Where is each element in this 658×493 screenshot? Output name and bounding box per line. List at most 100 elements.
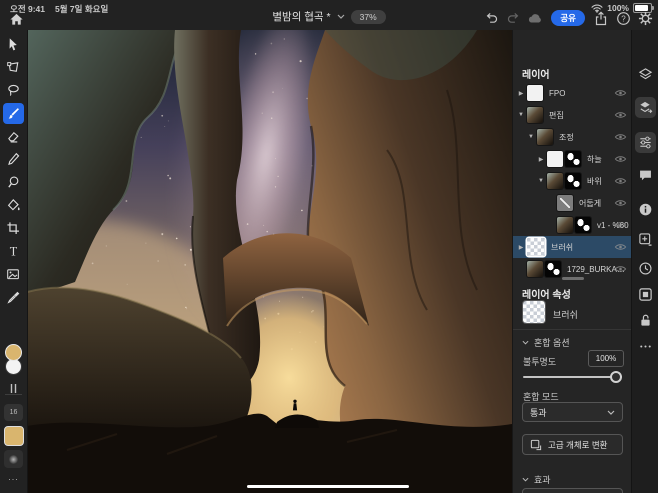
tool-type[interactable]: T — [3, 241, 24, 262]
layer-visibility-eye-icon[interactable] — [614, 264, 627, 274]
disclosure-expanded-icon[interactable]: ▼ — [537, 178, 545, 184]
brush-hardness-chip[interactable] — [4, 450, 23, 468]
layer-visibility-eye-icon[interactable] — [614, 198, 627, 208]
brush-icon — [6, 106, 21, 121]
canvas-image[interactable] — [27, 30, 512, 493]
layer-thumbnail-white[interactable] — [527, 85, 543, 101]
tool-transform[interactable] — [3, 57, 24, 78]
blend-options-header[interactable]: 혼합 옵션 — [522, 336, 570, 349]
disclosure-expanded-icon[interactable]: ▼ — [517, 112, 525, 118]
tool-move[interactable] — [3, 34, 24, 55]
layer-name: 조정 — [559, 132, 574, 143]
type-icon: T — [6, 244, 21, 259]
tool-brush[interactable] — [3, 103, 24, 124]
layer-row[interactable]: ▼편집 — [513, 104, 632, 126]
layer-properties-rail-button[interactable] — [635, 97, 656, 118]
layer-visibility-eye-icon[interactable] — [614, 88, 627, 98]
layer-thumbnail-photo[interactable] — [527, 261, 543, 277]
export-icon[interactable] — [592, 9, 610, 27]
foreground-color-chip[interactable] — [5, 344, 22, 361]
layer-thumbnail-photo[interactable] — [547, 173, 563, 189]
panel-drag-handle[interactable] — [562, 277, 584, 280]
layer-row[interactable]: v1 - %60 — [513, 214, 632, 236]
layer-thumbnail-curves[interactable] — [557, 195, 573, 211]
brush-color-swatch[interactable] — [4, 426, 24, 446]
mask-rail-button[interactable] — [635, 284, 656, 305]
disclosure-collapsed-icon[interactable]: ▶ — [517, 244, 525, 251]
history-icon — [638, 261, 653, 276]
convert-smart-object-button[interactable]: 고급 개체로 변환 — [522, 434, 623, 455]
disclosure-collapsed-icon[interactable]: ▶ — [517, 90, 525, 97]
tool-place-image[interactable] — [3, 264, 24, 285]
layer-thumbnail-photo[interactable] — [527, 107, 543, 123]
disclosure-expanded-icon[interactable]: ▼ — [527, 134, 535, 140]
tool-crop[interactable] — [3, 218, 24, 239]
opacity-slider[interactable] — [523, 370, 622, 384]
layers-rail-button[interactable] — [635, 64, 656, 85]
layer-thumbnail-photo[interactable] — [537, 129, 553, 145]
layer-visibility-eye-icon[interactable] — [614, 154, 627, 164]
layer-row[interactable]: ▶FPO — [513, 82, 632, 104]
opacity-value-box[interactable]: 100% — [588, 350, 624, 367]
add-placed-rail-button[interactable] — [635, 229, 656, 250]
home-indicator[interactable] — [247, 485, 409, 488]
history-rail-button[interactable] — [635, 258, 656, 279]
tool-fill[interactable] — [3, 195, 24, 216]
layer-thumbnail-photo[interactable] — [557, 217, 573, 233]
effects-header[interactable]: 효과 — [522, 473, 551, 486]
tool-eraser[interactable] — [3, 126, 24, 147]
home-button[interactable] — [8, 11, 25, 28]
undo-button[interactable] — [482, 9, 500, 27]
layer-row[interactable]: ▶ 하늘 — [513, 148, 632, 170]
layer-visibility-eye-icon[interactable] — [614, 132, 627, 142]
layer-row[interactable]: ▶브러쉬 — [513, 236, 632, 258]
layer-row[interactable]: ▼ 조정 — [513, 126, 632, 148]
tool-clone[interactable] — [3, 172, 24, 193]
tool-strip: T 16 ... — [0, 30, 28, 493]
document-title-group[interactable]: 별밤의 협곡 * 37% — [272, 9, 385, 24]
settings-gear-button[interactable] — [636, 9, 654, 27]
blend-mode-dropdown[interactable]: 통과 — [522, 402, 623, 422]
layer-thumbnail-checker[interactable] — [527, 238, 545, 256]
layer-thumbnail-mask[interactable] — [565, 173, 581, 189]
layer-name: 하늘 — [587, 154, 602, 165]
layer-row[interactable]: ▼바위 — [513, 170, 632, 192]
zoom-level-badge[interactable]: 37% — [351, 10, 386, 24]
tool-healing[interactable] — [3, 149, 24, 170]
redo-button[interactable] — [504, 9, 522, 27]
layer-visibility-eye-icon[interactable] — [614, 176, 627, 186]
lock-rail-button[interactable] — [635, 310, 656, 331]
adjustments-rail-button[interactable] — [635, 132, 656, 153]
cloud-sync-icon[interactable] — [526, 9, 544, 27]
properties-title: 레이어 속성 — [522, 286, 571, 301]
right-rail — [631, 30, 658, 493]
help-button[interactable]: ? — [614, 9, 632, 27]
layer-visibility-eye-icon[interactable] — [614, 220, 627, 230]
layer-row[interactable]: 어둡게 — [513, 192, 632, 214]
disclosure-collapsed-icon[interactable]: ▶ — [537, 156, 545, 163]
layer-thumbnail-mask[interactable] — [575, 217, 591, 233]
layer-visibility-eye-icon[interactable] — [614, 110, 627, 120]
tool-lasso[interactable] — [3, 80, 24, 101]
comment-rail-button[interactable] — [635, 165, 656, 186]
clone-icon — [6, 175, 21, 190]
more-rail-button[interactable] — [635, 336, 656, 357]
add-layer-effect-button[interactable]: fx 레이어 효과 추가 — [522, 488, 623, 493]
layer-thumbnail-white[interactable] — [547, 151, 563, 167]
tool-eyedropper[interactable] — [3, 287, 24, 308]
healing-icon — [6, 152, 21, 167]
opacity-slider-knob[interactable] — [610, 371, 622, 383]
toolbar-toggle-icon[interactable] — [3, 378, 24, 399]
color-chips[interactable] — [4, 344, 23, 378]
eyedropper-icon — [6, 290, 21, 305]
layer-thumbnail-mask[interactable] — [565, 151, 581, 167]
layers-icon — [638, 67, 653, 82]
info-rail-button[interactable] — [635, 199, 656, 220]
share-button[interactable]: 공유 — [551, 10, 585, 26]
tool-more-button[interactable]: ... — [0, 472, 27, 482]
layer-visibility-eye-icon[interactable] — [614, 242, 627, 252]
layer-thumbnail-mask[interactable] — [545, 261, 561, 277]
smart-object-icon — [530, 439, 542, 451]
topbar-actions: 공유 ? — [482, 9, 654, 27]
brush-size-chip[interactable]: 16 — [4, 404, 23, 421]
